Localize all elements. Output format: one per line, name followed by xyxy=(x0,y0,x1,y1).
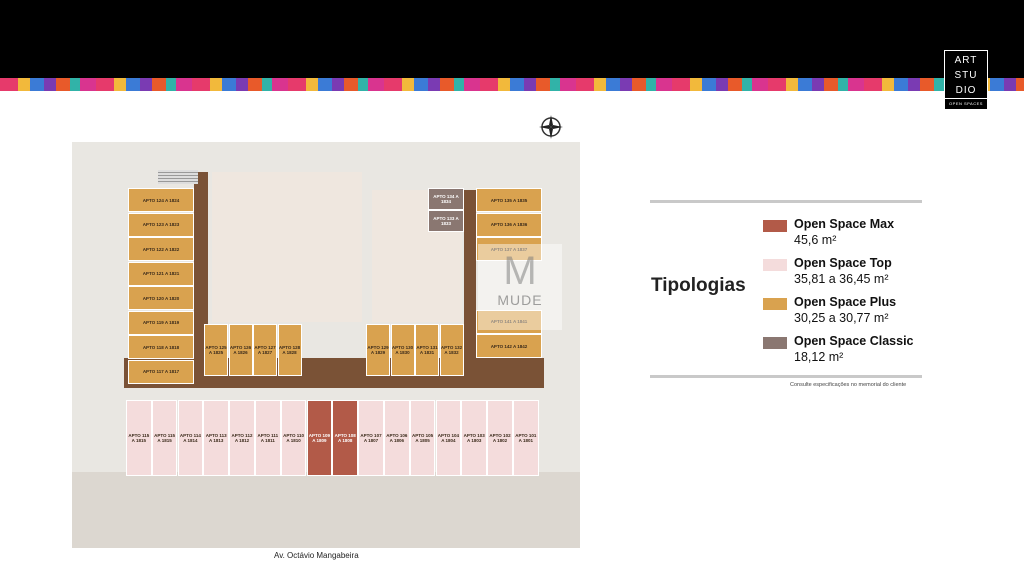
unit-plus: APTO 135 A 1835 xyxy=(476,188,542,212)
unit-plus: APTO 128 A 1828 xyxy=(277,324,302,376)
legend-size: 45,6 m² xyxy=(794,233,837,247)
legend-note: Consulte especificações no memorial do c… xyxy=(790,382,907,388)
compass-icon xyxy=(539,115,563,139)
stairs xyxy=(158,170,198,184)
legend-swatch xyxy=(763,259,787,271)
watermark-initial: M xyxy=(503,249,537,293)
unit-top: APTO 101 A 1801 xyxy=(513,400,539,476)
unit-classic: APTO 134 A 1834 xyxy=(428,188,464,210)
graffiti-strip xyxy=(0,78,1024,91)
unit-plus: APTO 123 A 1823 xyxy=(128,212,194,237)
unit-plus: APTO 132 A 1832 xyxy=(439,324,464,376)
unit-top: APTO 110 A 1810 xyxy=(280,400,307,476)
unit-plus: APTO 120 A 1820 xyxy=(128,286,194,310)
street-label: Av. Octávio Mangabeira xyxy=(274,551,359,560)
unit-plus: APTO 127 A 1827 xyxy=(253,324,277,376)
legend-name: Open Space Plus xyxy=(794,295,897,309)
unit-max: APTO 109 A 1809 xyxy=(306,400,333,476)
unit-plus: APTO 130 A 1830 xyxy=(390,324,415,376)
legend-size: 35,81 a 36,45 m² xyxy=(794,272,889,286)
unit-plus: APTO 124 A 1824 xyxy=(128,188,194,212)
logo-line-1: ART xyxy=(954,55,978,66)
garden-courtyard xyxy=(212,172,362,322)
unit-max: APTO 108 A 1808 xyxy=(332,400,358,476)
unit-plus: APTO 136 A 1836 xyxy=(476,212,542,237)
road-area xyxy=(72,472,580,548)
legend-name: Open Space Top xyxy=(794,256,892,270)
unit-top: APTO 103 A 1803 xyxy=(461,400,487,476)
floor-plan: APTO 124 A 1824 APTO 123 A 1823 APTO 122 A… xyxy=(72,142,580,548)
watermark-text: MUDE xyxy=(497,292,543,308)
unit-plus: APTO 126 A 1826 xyxy=(228,324,253,376)
unit-plus: APTO 121 A 1821 xyxy=(128,261,194,286)
unit-plus: APTO 119 A 1819 xyxy=(128,310,194,335)
legend-swatch xyxy=(763,220,787,232)
mude-watermark: M MUDE xyxy=(478,244,562,330)
unit-top: APTO 111 A 1811 xyxy=(255,400,281,476)
legend-name: Open Space Max xyxy=(794,217,895,231)
unit-top: APTO 112 A 1812 xyxy=(229,400,255,476)
unit-plus: APTO 129 A 1829 xyxy=(366,324,390,376)
legend-name: Open Space Classic xyxy=(794,334,914,348)
legend-divider-top xyxy=(650,200,922,203)
unit-top: APTO 113 A 1813 xyxy=(203,400,229,476)
unit-plus: APTO 122 A 1822 xyxy=(128,237,194,261)
legend-divider-bottom xyxy=(650,375,922,378)
legend-swatch xyxy=(763,337,787,349)
unit-top: APTO 114 A 1814 xyxy=(177,400,204,476)
unit-top: APTO 102 A 1802 xyxy=(487,400,513,476)
unit-top: APTO 105 A 1805 xyxy=(409,400,436,476)
art-studio-logo: ART STU DIO OPEN SPACES xyxy=(944,50,988,110)
unit-plus: APTO 118 A 1818 xyxy=(128,335,194,359)
unit-top: APTO 106 A 1806 xyxy=(384,400,410,476)
unit-plus: APTO 125 A 1825 xyxy=(204,324,228,376)
unit-plus: APTO 117 A 1817 xyxy=(128,359,194,384)
legend-title: Tipologias xyxy=(651,275,746,296)
unit-top: APTO 115 A 1815 xyxy=(126,400,152,476)
top-black-banner xyxy=(0,0,1024,78)
unit-top: APTO 104 A 1804 xyxy=(435,400,462,476)
logo-subtitle: OPEN SPACES xyxy=(945,98,987,106)
legend-size: 18,12 m² xyxy=(794,350,844,364)
unit-plus: APTO 131 A 1831 xyxy=(415,324,439,376)
unit-top: APTO 115 A 1815 xyxy=(151,400,178,476)
legend-size: 30,25 a 30,77 m² xyxy=(794,311,889,325)
unit-top: APTO 107 A 1807 xyxy=(358,400,384,476)
legend-swatch xyxy=(763,298,787,310)
unit-plus: APTO 142 A 1842 xyxy=(476,334,542,358)
logo-line-3: DIO xyxy=(955,85,977,96)
unit-classic: APTO 133 A 1833 xyxy=(428,210,464,232)
logo-line-2: STU xyxy=(954,70,978,81)
